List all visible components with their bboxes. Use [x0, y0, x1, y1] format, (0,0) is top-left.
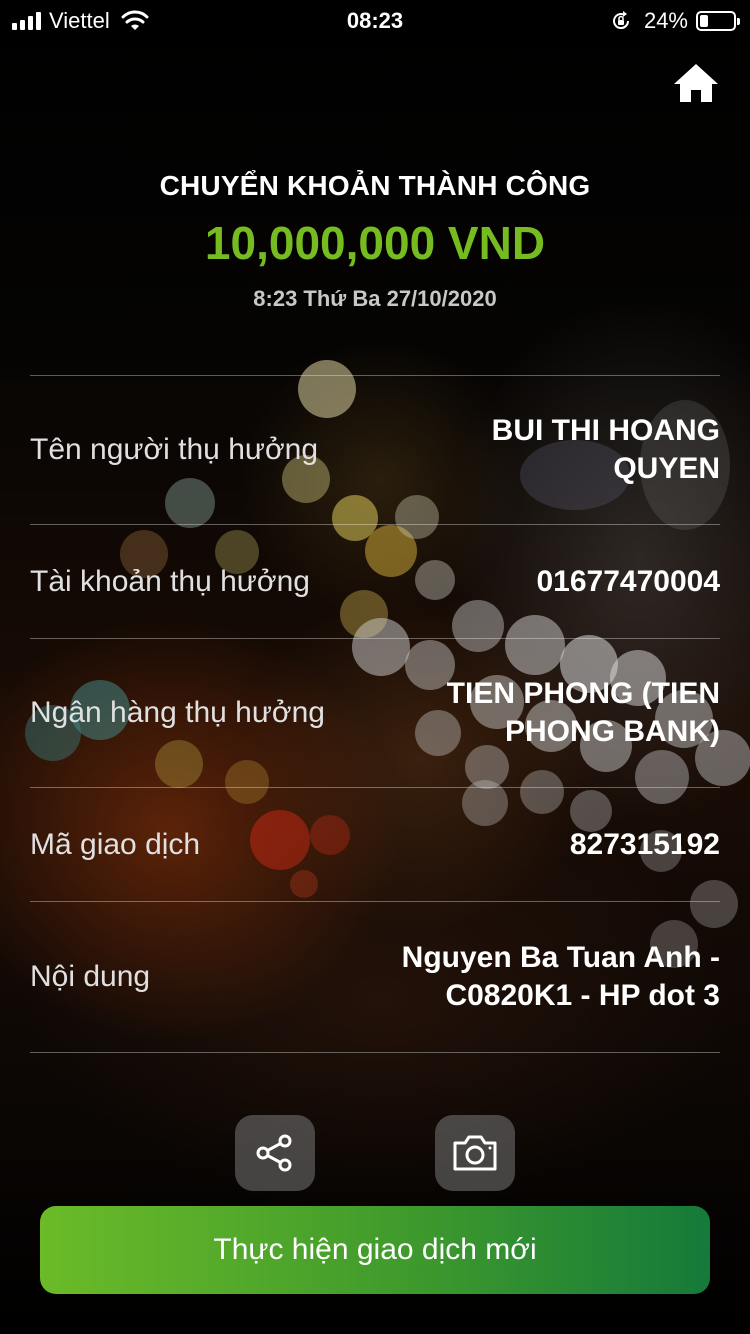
- transfer-details: Tên người thụ hưởng BUI THI HOANG QUYEN …: [30, 375, 720, 1053]
- share-icon: [256, 1134, 292, 1172]
- new-transaction-button[interactable]: Thực hiện giao dịch mới: [40, 1206, 710, 1294]
- header-block: CHUYỂN KHOẢN THÀNH CÔNG 10,000,000 VND 8…: [0, 160, 750, 312]
- detail-label: Nội dung: [30, 960, 151, 993]
- detail-row-beneficiary-name: Tên người thụ hưởng BUI THI HOANG QUYEN: [30, 376, 720, 525]
- action-icons: [0, 1115, 750, 1191]
- transfer-success-screen: Viettel 08:23 24% CHUYỂN KHOẢN THÀNH CÔN…: [0, 0, 750, 1334]
- detail-row-transaction-id: Mã giao dịch 827315192: [30, 788, 720, 902]
- screenshot-button[interactable]: [435, 1115, 515, 1191]
- battery-percent: 24%: [643, 8, 688, 33]
- detail-value: BUI THI HOANG QUYEN: [491, 414, 720, 485]
- detail-value: 01677470004: [536, 564, 720, 598]
- status-right-group: 24%: [610, 8, 740, 34]
- detail-value: 827315192: [569, 827, 720, 861]
- transfer-datetime: 8:23 Thứ Ba 27/10/2020: [253, 286, 497, 311]
- detail-label: Mã giao dịch: [30, 827, 201, 861]
- content: CHUYỂN KHOẢN THÀNH CÔNG 10,000,000 VND 8…: [0, 0, 750, 1334]
- detail-row-beneficiary-bank: Ngân hàng thụ hưởng TIEN PHONG (TIEN PHO…: [30, 639, 720, 788]
- home-icon[interactable]: [672, 60, 720, 108]
- share-button[interactable]: [235, 1115, 315, 1191]
- rotation-lock-icon: [612, 11, 629, 30]
- detail-label: Ngân hàng thụ hưởng: [30, 696, 325, 729]
- transfer-amount: 10,000,000 VND: [204, 217, 546, 269]
- detail-label: Tài khoản thụ hưởng: [30, 564, 310, 598]
- detail-value: TIEN PHONG (TIEN PHONG BANK): [446, 677, 720, 748]
- status-bar: Viettel 08:23 24%: [0, 0, 750, 40]
- battery-icon: [696, 11, 740, 31]
- detail-value: Nguyen Ba Tuan Anh - C0820K1 - HP dot 3: [401, 941, 720, 1012]
- detail-row-beneficiary-account: Tài khoản thụ hưởng 01677470004: [30, 525, 720, 639]
- success-title: CHUYỂN KHOẢN THÀNH CÔNG: [159, 170, 591, 201]
- camera-icon: [453, 1135, 497, 1171]
- detail-row-content: Nội dung Nguyen Ba Tuan Anh - C0820K1 - …: [30, 902, 720, 1053]
- detail-label: Tên người thụ hưởng: [30, 433, 319, 466]
